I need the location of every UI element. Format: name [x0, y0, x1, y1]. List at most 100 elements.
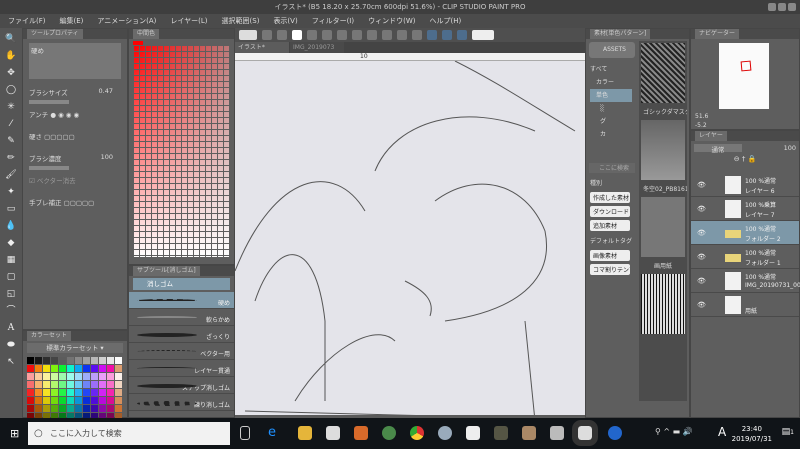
color-swatch[interactable]: [75, 389, 82, 396]
canvas[interactable]: 10: [235, 53, 585, 415]
clear-icon[interactable]: [337, 30, 347, 40]
invert-selection-icon[interactable]: [397, 30, 407, 40]
tag-button[interactable]: 作成した素材: [590, 192, 630, 203]
visibility-eye-icon[interactable]: 👁: [697, 205, 706, 213]
visibility-eye-icon[interactable]: 👁: [697, 301, 706, 309]
tree-item[interactable]: 単色: [590, 89, 632, 102]
material-search-input[interactable]: ここに検索: [589, 163, 635, 173]
tip-shape-icons[interactable]: ● ◉ ◉ ◉: [50, 111, 79, 119]
color-swatch[interactable]: [107, 365, 114, 372]
color-swatch[interactable]: [27, 405, 34, 412]
mail-icon[interactable]: [466, 426, 480, 440]
color-swatch[interactable]: [67, 357, 74, 364]
color-swatch[interactable]: [43, 405, 50, 412]
clip-studio-taskbar-icon[interactable]: [550, 426, 564, 440]
balloon-tool-icon[interactable]: ⬬: [4, 339, 18, 351]
sub-tool-item[interactable]: ベクター用: [129, 343, 234, 360]
fill-tool-icon[interactable]: ◆: [4, 237, 18, 249]
color-swatch[interactable]: [43, 357, 50, 364]
color-swatch[interactable]: [83, 357, 90, 364]
color-swatch[interactable]: [115, 405, 122, 412]
color-swatch[interactable]: [107, 381, 114, 388]
pencil-tool-icon[interactable]: ✏: [4, 152, 18, 164]
app-icon[interactable]: [494, 426, 508, 440]
color-swatch[interactable]: [59, 357, 66, 364]
snap-grid-icon[interactable]: [457, 30, 467, 40]
color-swatch[interactable]: [35, 357, 42, 364]
layer-row[interactable]: 👁 100 %通常IMG_20190731_0001: [691, 269, 800, 293]
color-swatch[interactable]: [75, 365, 82, 372]
color-panel-tab[interactable]: 中間色: [129, 29, 234, 39]
brush-tool-icon[interactable]: 🖌: [4, 169, 18, 181]
color-swatch[interactable]: [91, 373, 98, 380]
open-file-icon[interactable]: [277, 30, 287, 40]
airbrush-tool-icon[interactable]: ✦: [4, 186, 18, 198]
undo-icon[interactable]: [307, 30, 317, 40]
minimize-button[interactable]: [768, 3, 776, 11]
layer-row[interactable]: 👁 用紙: [691, 293, 799, 317]
maximize-button[interactable]: [778, 3, 786, 11]
color-swatch[interactable]: [75, 381, 82, 388]
move-tool-icon[interactable]: ✥: [4, 67, 18, 79]
color-swatch[interactable]: [99, 389, 106, 396]
menu-window[interactable]: ウィンドウ(W): [368, 14, 415, 28]
color-swatch[interactable]: [43, 373, 50, 380]
notification-icon[interactable]: ▤1: [782, 427, 794, 437]
material-thumb[interactable]: [641, 43, 685, 103]
color-swatch[interactable]: [27, 389, 34, 396]
tree-item[interactable]: カラー: [590, 76, 632, 89]
gradient-tool-icon[interactable]: ▦: [4, 254, 18, 266]
color-swatch[interactable]: [75, 397, 82, 404]
windows-start-icon[interactable]: ⊞: [10, 427, 19, 440]
color-swatch[interactable]: [51, 397, 58, 404]
color-swatch[interactable]: [115, 397, 122, 404]
color-swatch[interactable]: [67, 397, 74, 404]
clip-studio-icon[interactable]: [239, 30, 257, 40]
clock[interactable]: 23:40 2019/07/31: [732, 424, 772, 444]
color-swatch[interactable]: [43, 381, 50, 388]
sub-tool-item[interactable]: スナップ消しゴム: [129, 377, 234, 394]
app-icon[interactable]: [522, 426, 536, 440]
color-swatch[interactable]: [67, 373, 74, 380]
tree-item[interactable]: ░: [590, 102, 632, 115]
tree-item[interactable]: すべて: [590, 63, 632, 76]
color-swatch[interactable]: [99, 381, 106, 388]
menu-layer[interactable]: レイヤー(L): [170, 14, 207, 28]
color-swatch[interactable]: [115, 357, 122, 364]
color-swatch[interactable]: [43, 365, 50, 372]
navigator-tab[interactable]: ナビゲーター: [691, 29, 799, 39]
color-swatch[interactable]: [59, 389, 66, 396]
task-view-icon[interactable]: [240, 426, 250, 440]
color-set-dropdown[interactable]: 標準カラーセット ▾: [27, 343, 123, 353]
tag-button[interactable]: 追加素材: [590, 220, 630, 231]
color-swatch[interactable]: [75, 373, 82, 380]
visibility-eye-icon[interactable]: 👁: [697, 277, 706, 285]
density-slider[interactable]: [29, 166, 69, 170]
brush-size-value[interactable]: 0.47: [99, 87, 113, 95]
color-swatch[interactable]: [91, 357, 98, 364]
figure-tool-icon[interactable]: ▢: [4, 271, 18, 283]
edge-icon[interactable]: e: [268, 426, 282, 440]
material-tab[interactable]: 素材[単色パターン]: [586, 29, 689, 39]
navigator-rotation[interactable]: -5.2: [695, 122, 707, 129]
deselect-icon[interactable]: [382, 30, 392, 40]
tray-icons[interactable]: ⚲ ^ ▬ 🔊: [655, 427, 693, 436]
sub-tool-item[interactable]: レイヤー貫通: [129, 360, 234, 377]
selection-icon[interactable]: [412, 30, 422, 40]
hand-tool-icon[interactable]: ✋: [4, 50, 18, 62]
sub-tool-item[interactable]: 練り消しゴム: [129, 394, 234, 411]
tool-property-tab[interactable]: ツールプロパティ: [23, 29, 127, 39]
tab-img[interactable]: IMG_2019073: [290, 42, 344, 53]
color-swatch[interactable]: [83, 381, 90, 388]
store-icon[interactable]: [326, 426, 340, 440]
sub-tool-item[interactable]: 軟らかめ: [129, 309, 234, 326]
chrome-icon[interactable]: [410, 426, 424, 440]
snap-ruler-icon[interactable]: [427, 30, 437, 40]
color-swatch[interactable]: [67, 381, 74, 388]
clip-studio-paint-icon[interactable]: [572, 420, 598, 446]
ruler-tool-icon[interactable]: ⌒: [4, 305, 18, 317]
snap-special-ruler-icon[interactable]: [442, 30, 452, 40]
tag-button[interactable]: ダウンロード: [590, 206, 630, 217]
color-swatch[interactable]: [59, 405, 66, 412]
menu-animation[interactable]: アニメーション(A): [97, 14, 156, 28]
